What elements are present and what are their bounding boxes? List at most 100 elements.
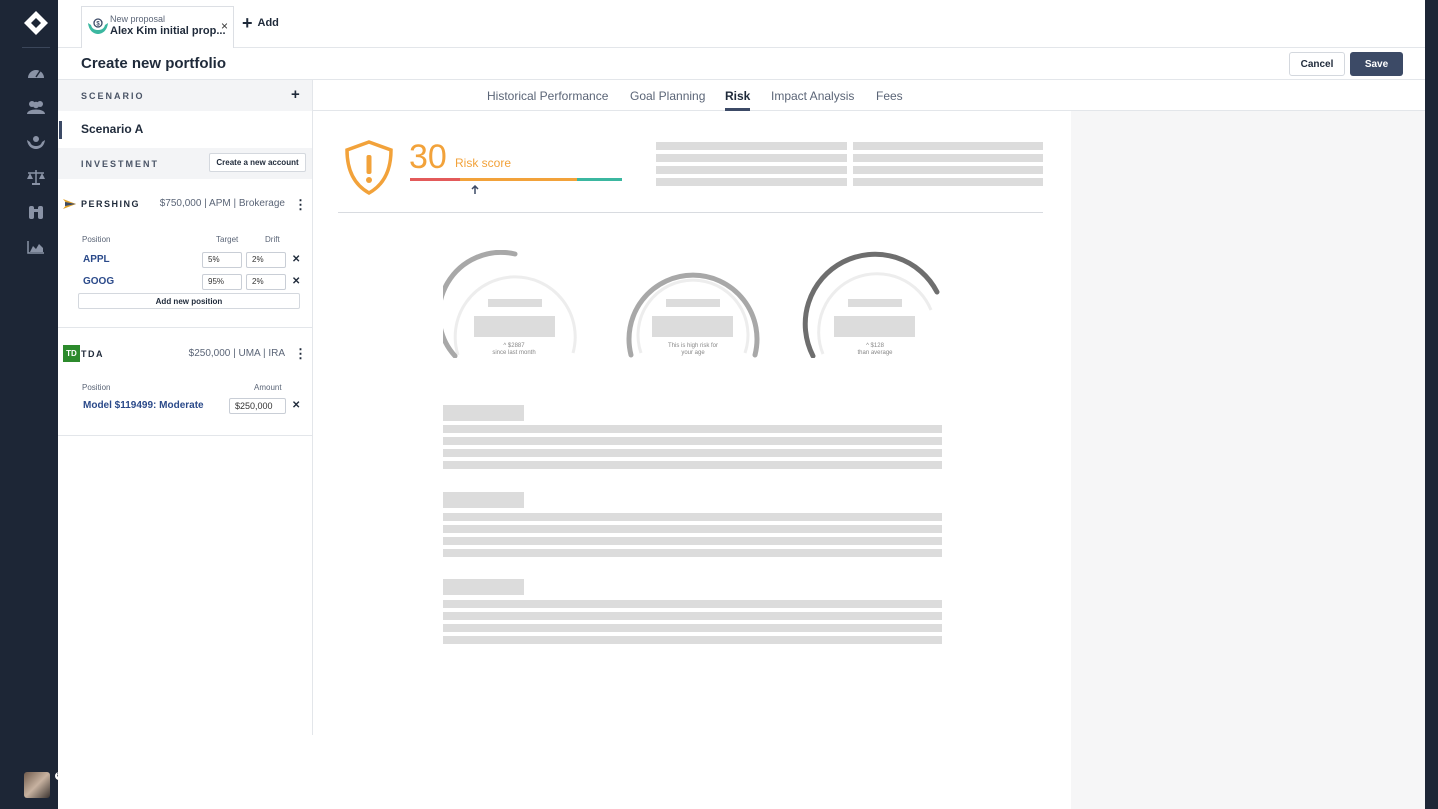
selected-indicator [59,121,62,139]
placeholder-line [443,449,942,457]
portfolio-editor-panel: SCENARIO + Scenario A INVESTMENT Create … [58,80,313,735]
gauge-caption-line1: ^ $128 [866,343,884,349]
gauge-caption-line2: than average [857,350,893,356]
placeholder-line [656,154,847,162]
wealth-icon[interactable] [26,132,46,152]
investment-section-header: INVESTMENT Create a new account [58,148,312,179]
dashboard-icon[interactable] [26,62,46,82]
nav-rail: 8 [14,0,64,809]
gauge-title-placeholder [488,299,542,307]
target-column-header: Target [216,235,239,244]
placeholder-line [443,636,942,644]
gauge-caption-line1: ^ $2887 [503,343,525,349]
balance-scale-icon[interactable] [26,167,46,187]
gauge-caption-line1: This is high risk for [667,343,718,349]
proposal-tab-subtitle: New proposal [110,14,166,24]
add-tab-button[interactable]: + Add [242,14,279,32]
cancel-button[interactable]: Cancel [1289,52,1345,76]
binoculars-icon[interactable] [26,202,46,222]
placeholder-line [853,154,1043,162]
account-tda: TD TDA $250,000 | UMA | IRA ⋮ Position A… [58,328,312,436]
risk-scale-mid [460,178,577,181]
create-account-button[interactable]: Create a new account [209,153,306,172]
add-tab-label: Add [257,17,279,29]
side-gutter [1071,111,1425,809]
account-summary: $750,000 | APM | Brokerage [159,198,285,209]
pershing-logo-icon [63,199,76,209]
placeholder-line [443,600,942,608]
tab-fees[interactable]: Fees [876,89,903,103]
gauge-caption-line2: your age [681,350,705,356]
position-column-header: Position [82,235,111,244]
placeholder-heading [443,579,524,595]
drift-input[interactable]: 2% [246,252,286,268]
td-logo-icon: TD [63,345,80,362]
risk-score-label: Risk score [455,156,512,170]
remove-position-icon[interactable]: ✕ [292,254,300,265]
placeholder-line [443,537,942,545]
clients-icon[interactable] [26,97,46,117]
account-menu-icon[interactable]: ⋮ [294,346,307,362]
investment-header-label: INVESTMENT [81,159,160,169]
target-input[interactable]: 95% [202,274,242,290]
add-position-button[interactable]: Add new position [78,293,300,309]
warning-shield-icon [345,140,393,196]
account-pershing: PERSHING $750,000 | APM | Brokerage ⋮ Po… [58,179,312,328]
tab-goal-planning[interactable]: Goal Planning [630,89,705,103]
score-pointer-icon [471,185,479,194]
placeholder-line [853,142,1043,150]
position-model[interactable]: Model $119499: Moderate [83,400,204,411]
position-ticker[interactable]: APPL [83,254,110,265]
scenario-header-label: SCENARIO [81,91,145,101]
risk-scale-high [577,178,622,181]
risk-gauge-3: ^ $128 than average [801,250,949,362]
placeholder-line [443,549,942,557]
remove-position-icon[interactable]: ✕ [292,276,300,287]
risk-gauge-2: This is high risk for your age [619,250,767,362]
tab-impact-analysis[interactable]: Impact Analysis [771,89,854,103]
placeholder-line [656,142,847,150]
scenario-section-header: SCENARIO + [58,80,312,111]
proposal-tab[interactable]: $ New proposal Alex Kim initial prop... … [81,6,234,48]
close-tab-icon[interactable]: × [221,19,228,33]
user-avatar[interactable] [24,772,50,798]
gauge-caption-line2: since last month [492,350,536,356]
gauge-caption: This is high risk for your age [619,343,767,357]
window-edge [1425,0,1438,809]
proposal-tab-name: Alex Kim initial prop... [110,25,226,37]
scenario-item-label: Scenario A [81,122,144,136]
amount-input[interactable]: $250,000 [229,398,286,414]
remove-position-icon[interactable]: ✕ [292,400,300,411]
tab-risk-label: Risk [725,89,751,103]
area-chart-icon[interactable] [26,237,46,257]
gauge-caption: ^ $128 than average [801,343,949,357]
amount-column-header: Amount [254,383,282,392]
document-tab-bar: $ New proposal Alex Kim initial prop... … [58,0,1425,48]
account-summary: $250,000 | UMA | IRA [188,348,285,359]
save-button[interactable]: Save [1350,52,1403,76]
app-logo-icon[interactable] [23,10,49,36]
gauge-title-placeholder [666,299,720,307]
add-scenario-icon[interactable]: + [291,86,300,103]
account-name: PERSHING [81,199,141,209]
page-header: Create new portfolio Cancel Save [58,48,1425,80]
scenario-item-a[interactable]: Scenario A [58,111,312,148]
placeholder-line [853,166,1043,174]
position-ticker[interactable]: GOOG [83,276,114,287]
placeholder-line [443,425,942,433]
placeholder-line [443,461,942,469]
tab-risk[interactable]: Risk [725,89,751,111]
target-input[interactable]: 5% [202,252,242,268]
gauge-value-placeholder [652,316,733,337]
tab-historical-performance[interactable]: Historical Performance [487,89,608,103]
account-menu-icon[interactable]: ⋮ [294,197,307,213]
page-title: Create new portfolio [81,55,227,72]
placeholder-line [443,437,942,445]
drift-column-header: Drift [265,235,280,244]
placeholder-line [656,166,847,174]
drift-input[interactable]: 2% [246,274,286,290]
placeholder-heading [443,492,524,508]
gauge-value-placeholder [474,316,555,337]
placeholder-line [443,624,942,632]
active-tab-underline [725,108,751,111]
